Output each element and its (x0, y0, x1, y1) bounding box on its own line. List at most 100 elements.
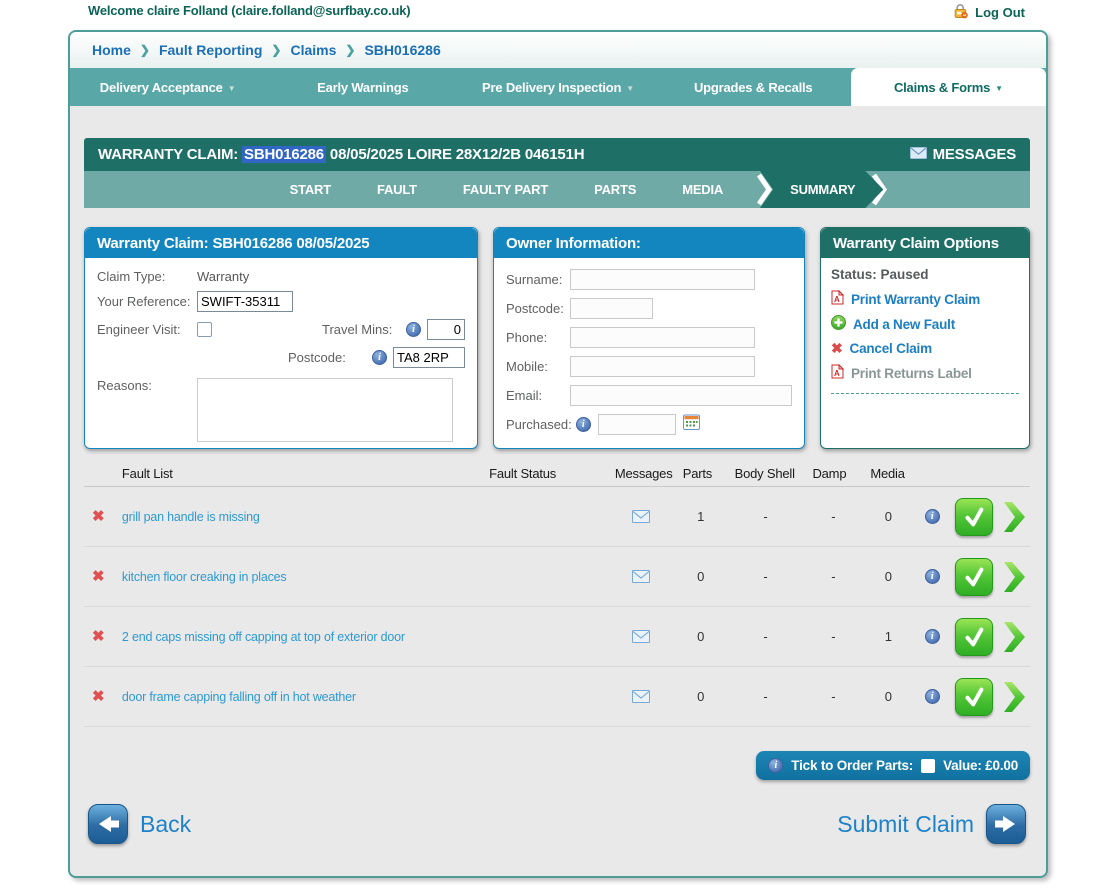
tab-upgrades-recalls[interactable]: Upgrades & Recalls (656, 68, 851, 106)
chevron-right-icon: ❯ (271, 43, 281, 57)
breadcrumb-claim-number: SBH016286 (364, 42, 440, 58)
purchased-input[interactable] (598, 414, 676, 435)
claim-banner-details: 08/05/2025 LOIRE 28X12/2B 046151H (330, 146, 584, 163)
parts-count: 1 (675, 509, 727, 524)
cancel-claim-link[interactable]: ✖ Cancel Claim (831, 340, 1019, 357)
purchased-label: Purchased: (506, 417, 572, 432)
header-messages: Messages (607, 466, 675, 481)
order-parts-checkbox[interactable] (921, 759, 935, 773)
step-summary-label: SUMMARY (760, 171, 883, 208)
media-count: 1 (862, 629, 914, 644)
info-icon[interactable]: i (925, 509, 940, 524)
tab-claims-forms[interactable]: Claims & Forms▼ (851, 68, 1046, 106)
reference-input[interactable] (197, 291, 293, 312)
travel-mins-input[interactable] (427, 319, 465, 340)
email-input[interactable] (570, 385, 792, 406)
message-envelope-icon[interactable] (607, 570, 675, 583)
delete-fault-icon[interactable]: ✖ (84, 688, 105, 705)
print-warranty-claim-link[interactable]: A Print Warranty Claim (831, 290, 1019, 308)
complete-fault-button[interactable] (955, 618, 993, 656)
step-fault[interactable]: FAULT (377, 182, 417, 197)
header-body-shell: Body Shell (727, 466, 805, 481)
warranty-claim-panel: Warranty Claim: SBH016286 08/05/2025 Cla… (84, 227, 478, 449)
fault-link[interactable]: grill pan handle is missing (122, 510, 260, 524)
surname-input[interactable] (570, 269, 755, 290)
delete-fault-icon[interactable]: ✖ (84, 508, 105, 525)
mobile-label: Mobile: (506, 359, 570, 374)
open-fault-arrow-icon[interactable] (998, 621, 1030, 653)
fault-link[interactable]: kitchen floor creaking in places (122, 570, 287, 584)
parts-count: 0 (675, 629, 727, 644)
info-icon[interactable]: i (768, 758, 783, 773)
owner-panel-title: Owner Information: (494, 228, 804, 258)
add-new-fault-link[interactable]: Add a New Fault (831, 315, 1019, 333)
tab-early-warnings[interactable]: Early Warnings (265, 68, 460, 106)
step-summary-active: SUMMARY (756, 171, 887, 208)
damp-value: - (804, 689, 862, 704)
message-envelope-icon[interactable] (607, 630, 675, 643)
breadcrumb-home[interactable]: Home (92, 42, 131, 58)
complete-fault-button[interactable] (955, 558, 993, 596)
info-icon[interactable]: i (925, 629, 940, 644)
open-fault-arrow-icon[interactable] (998, 561, 1030, 593)
lock-icon (953, 3, 969, 22)
open-fault-arrow-icon[interactable] (998, 501, 1030, 533)
calendar-icon[interactable] (683, 414, 700, 435)
complete-fault-button[interactable] (955, 498, 993, 536)
breadcrumb-fault-reporting[interactable]: Fault Reporting (159, 42, 262, 58)
message-envelope-icon[interactable] (607, 510, 675, 523)
media-count: 0 (862, 509, 914, 524)
info-icon[interactable]: i (925, 569, 940, 584)
delete-fault-icon[interactable]: ✖ (84, 568, 105, 585)
body-shell-value: - (727, 569, 805, 584)
fault-row: ✖ kitchen floor creaking in places 0 - -… (84, 547, 1030, 607)
tab-delivery-acceptance[interactable]: Delivery Acceptance▼ (70, 68, 265, 106)
back-button[interactable]: Back (88, 804, 191, 844)
order-parts-pill: i Tick to Order Parts: Value: £0.00 (756, 751, 1030, 780)
step-start[interactable]: START (290, 182, 331, 197)
claim-type-value: Warranty (197, 269, 249, 284)
phone-label: Phone: (506, 330, 570, 345)
submit-claim-button[interactable]: Submit Claim (837, 804, 1026, 844)
fault-link[interactable]: 2 end caps missing off capping at top of… (122, 630, 405, 644)
delete-fault-icon[interactable]: ✖ (84, 628, 105, 645)
fault-row: ✖ grill pan handle is missing 1 - - 0 i (84, 487, 1030, 547)
order-parts-label: Tick to Order Parts: (791, 758, 913, 773)
tab-pre-delivery-inspection[interactable]: Pre Delivery Inspection▼ (460, 68, 655, 106)
open-fault-arrow-icon[interactable] (998, 681, 1030, 713)
svg-text:A: A (834, 369, 840, 378)
complete-fault-button[interactable] (955, 678, 993, 716)
pdf-icon: A (831, 290, 844, 308)
fault-table-header: Fault List Fault Status Messages Parts B… (84, 461, 1030, 487)
reasons-textarea[interactable] (197, 378, 453, 442)
info-icon[interactable]: i (406, 322, 421, 337)
step-faulty-part[interactable]: FAULTY PART (463, 182, 548, 197)
svg-text:A: A (834, 295, 840, 304)
owner-postcode-input[interactable] (570, 298, 653, 319)
info-icon[interactable]: i (576, 417, 591, 432)
header-fault-list: Fault List (122, 466, 481, 481)
info-icon[interactable]: i (372, 350, 387, 365)
mobile-input[interactable] (570, 356, 755, 377)
info-icon[interactable]: i (925, 689, 940, 704)
header-media: Media (862, 466, 914, 481)
messages-button[interactable]: MESSAGES (910, 146, 1016, 163)
footer-nav: Back Submit Claim (84, 804, 1030, 844)
logout-button[interactable]: Log Out (953, 3, 1025, 22)
print-returns-label-link[interactable]: A Print Returns Label (831, 364, 1019, 382)
message-envelope-icon[interactable] (607, 690, 675, 703)
claim-options-panel: Warranty Claim Options Status: Paused A … (820, 227, 1030, 449)
fault-link[interactable]: door frame capping falling off in hot we… (122, 690, 356, 704)
step-parts[interactable]: PARTS (594, 182, 636, 197)
step-media[interactable]: MEDIA (682, 182, 723, 197)
breadcrumb-claims[interactable]: Claims (290, 42, 336, 58)
postcode-input[interactable] (393, 347, 465, 368)
order-parts-row: i Tick to Order Parts: Value: £0.00 (84, 751, 1030, 780)
fault-row: ✖ door frame capping falling off in hot … (84, 667, 1030, 727)
owner-information-panel: Owner Information: Surname: Postcode: Ph… (493, 227, 805, 449)
damp-value: - (804, 629, 862, 644)
header-fault-status: Fault Status (481, 466, 607, 481)
phone-input[interactable] (570, 327, 755, 348)
tab-bar: Delivery Acceptance▼ Early Warnings Pre … (70, 68, 1046, 106)
engineer-visit-checkbox[interactable] (197, 322, 212, 337)
